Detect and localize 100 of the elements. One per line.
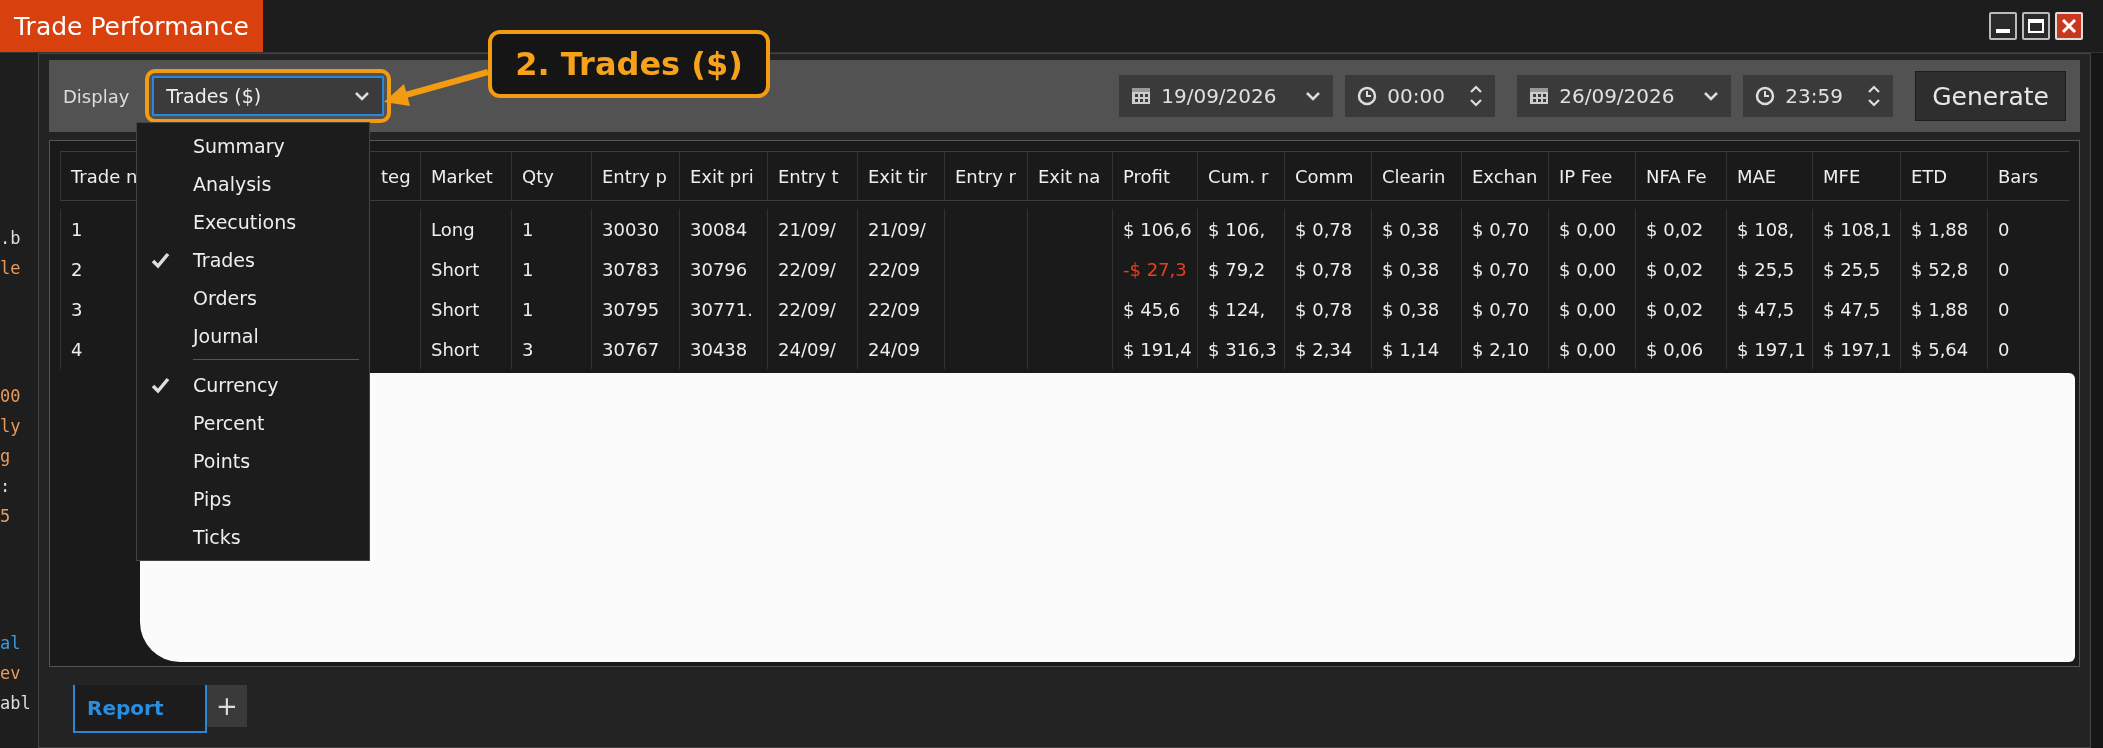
table-cell: $ 0,00 bbox=[1548, 249, 1635, 289]
column-header[interactable]: Cum. r bbox=[1197, 152, 1284, 200]
code-fragment: abl bbox=[0, 692, 32, 715]
display-label: Display bbox=[63, 85, 130, 107]
column-header[interactable]: Entry r bbox=[944, 152, 1027, 200]
table-cell: $ 0,78 bbox=[1284, 249, 1371, 289]
end-time-field[interactable]: 23:59 bbox=[1743, 75, 1894, 117]
display-dropdown[interactable]: Trades ($) bbox=[152, 76, 385, 116]
table-cell: $ 0,38 bbox=[1371, 249, 1461, 289]
calendar-icon bbox=[1131, 86, 1152, 106]
table-cell: $ 25,5 bbox=[1726, 249, 1812, 289]
start-date-picker[interactable]: 19/09/2026 bbox=[1119, 75, 1334, 117]
chevron-icon bbox=[354, 90, 371, 102]
column-header[interactable]: Exit tir bbox=[857, 152, 944, 200]
table-cell: $ 108,1 bbox=[1812, 209, 1900, 249]
table-cell: 0 bbox=[1987, 289, 2065, 329]
menu-item[interactable]: Points bbox=[137, 442, 369, 480]
table-cell: 22/09/ bbox=[767, 289, 857, 329]
table-cell: $ 0,02 bbox=[1635, 289, 1726, 329]
column-header[interactable]: Profit bbox=[1112, 152, 1197, 200]
table-cell: $ 106, bbox=[1197, 209, 1284, 249]
menu-item[interactable]: Ticks bbox=[137, 518, 369, 556]
table-cell: 0 bbox=[1987, 329, 2065, 369]
table-cell: $ 47,5 bbox=[1812, 289, 1900, 329]
column-header[interactable]: Exchan bbox=[1461, 152, 1548, 200]
end-date-picker[interactable]: 26/09/2026 bbox=[1517, 75, 1732, 117]
column-header[interactable]: Bars bbox=[1987, 152, 2065, 200]
table-cell: 30767 bbox=[591, 329, 679, 369]
table-cell: Short bbox=[420, 329, 511, 369]
table-cell: 30796 bbox=[679, 249, 767, 289]
minimize-button[interactable] bbox=[1989, 12, 2017, 40]
code-fragment: g bbox=[0, 444, 12, 468]
column-header[interactable]: MAE bbox=[1726, 152, 1812, 200]
column-header[interactable]: Comm bbox=[1284, 152, 1371, 200]
column-header[interactable]: NFA Fe bbox=[1635, 152, 1726, 200]
table-cell: 22/09 bbox=[857, 249, 944, 289]
code-fragment: .b bbox=[0, 227, 22, 250]
table-cell: $ 106,6 bbox=[1112, 209, 1197, 249]
code-fragment: : bbox=[0, 474, 12, 498]
column-header[interactable]: Exit na bbox=[1027, 152, 1112, 200]
table-cell: 24/09 bbox=[857, 329, 944, 369]
table-cell: $ 0,00 bbox=[1548, 289, 1635, 329]
start-time-field[interactable]: 00:00 bbox=[1345, 75, 1496, 117]
table-cell: 30783 bbox=[591, 249, 679, 289]
table-cell: $ 79,2 bbox=[1197, 249, 1284, 289]
table-cell: 21/09/ bbox=[857, 209, 944, 249]
close-icon bbox=[2060, 18, 2078, 34]
calendar-icon bbox=[1529, 86, 1550, 106]
column-header[interactable]: Entry t bbox=[767, 152, 857, 200]
table-cell: $ 316,3 bbox=[1197, 329, 1284, 369]
table-cell: Short bbox=[420, 289, 511, 329]
column-header[interactable]: Market bbox=[420, 152, 511, 200]
menu-item[interactable]: Pips bbox=[137, 480, 369, 518]
table-cell: $ 197,1 bbox=[1812, 329, 1900, 369]
table-cell: $ 0,70 bbox=[1461, 249, 1548, 289]
code-fragment: ly bbox=[0, 414, 22, 438]
column-header[interactable]: ETD bbox=[1900, 152, 1987, 200]
table-cell: $ 45,6 bbox=[1112, 289, 1197, 329]
column-header[interactable]: Clearin bbox=[1371, 152, 1461, 200]
column-header[interactable]: MFE bbox=[1812, 152, 1900, 200]
column-header[interactable]: IP Fee bbox=[1548, 152, 1635, 200]
table-cell: $ 47,5 bbox=[1726, 289, 1812, 329]
table-cell: Short bbox=[420, 249, 511, 289]
table-cell: $ 191,4 bbox=[1112, 329, 1197, 369]
table-cell: $ 197,1 bbox=[1726, 329, 1812, 369]
close-button[interactable] bbox=[2055, 12, 2083, 40]
table-cell: $ 0,38 bbox=[1371, 209, 1461, 249]
code-fragment: ev bbox=[0, 662, 22, 685]
table-cell: 30795 bbox=[591, 289, 679, 329]
code-fragment: al bbox=[0, 632, 22, 655]
table-cell: 24/09/ bbox=[767, 329, 857, 369]
window-title: Trade Performance bbox=[0, 0, 263, 52]
generate-button[interactable]: Generate bbox=[1915, 71, 2066, 121]
chevron-icon bbox=[1305, 90, 1322, 102]
table-cell: 1 bbox=[511, 249, 591, 289]
table-cell: 30084 bbox=[679, 209, 767, 249]
table-cell: 0 bbox=[1987, 249, 2065, 289]
maximize-icon bbox=[2027, 18, 2045, 34]
report-tab[interactable]: Report bbox=[73, 685, 207, 733]
table-cell: $ 1,88 bbox=[1900, 209, 1987, 249]
table-cell: 1 bbox=[511, 289, 591, 329]
table-cell: $ 1,88 bbox=[1900, 289, 1987, 329]
column-header[interactable]: Qty bbox=[511, 152, 591, 200]
column-header[interactable]: Entry p bbox=[591, 152, 679, 200]
table-cell: $ 2,10 bbox=[1461, 329, 1548, 369]
table-cell: $ 52,8 bbox=[1900, 249, 1987, 289]
table-cell: $ 25,5 bbox=[1812, 249, 1900, 289]
maximize-button[interactable] bbox=[2022, 12, 2050, 40]
chevron-icon bbox=[1703, 90, 1720, 102]
menu-item[interactable]: Currency bbox=[137, 366, 369, 404]
table-cell: 30438 bbox=[679, 329, 767, 369]
add-tab-button[interactable]: + bbox=[207, 685, 247, 727]
column-header[interactable]: Exit pri bbox=[679, 152, 767, 200]
table-cell: $ 108, bbox=[1726, 209, 1812, 249]
spinner-arrows-icon bbox=[1867, 84, 1882, 108]
table-cell: 22/09 bbox=[857, 289, 944, 329]
table-cell: $ 0,78 bbox=[1284, 289, 1371, 329]
menu-item[interactable]: Percent bbox=[137, 404, 369, 442]
table-cell: $ 0,02 bbox=[1635, 209, 1726, 249]
table-cell: 30771. bbox=[679, 289, 767, 329]
